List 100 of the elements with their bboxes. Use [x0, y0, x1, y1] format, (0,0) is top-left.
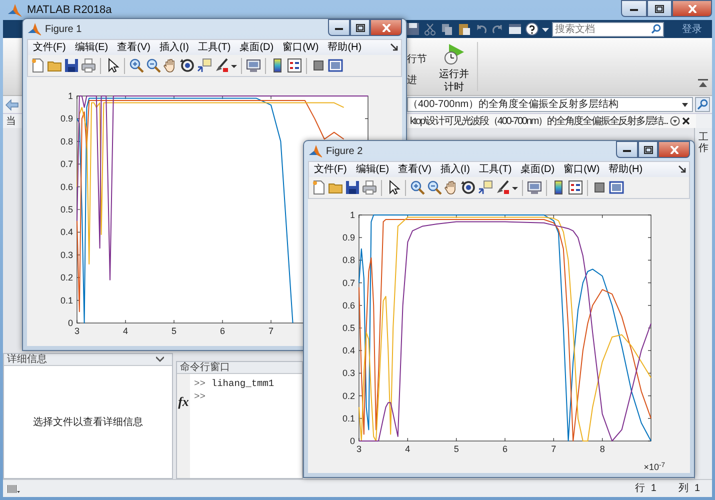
rotate-icon[interactable] — [461, 180, 476, 195]
menu-item[interactable]: 插入(I) — [438, 162, 472, 177]
search-field[interactable]: 搜索文档 — [552, 22, 664, 36]
path-field[interactable]: （400-700nm）的全角度全偏振全反射多层结构 — [407, 97, 693, 112]
workspace-tab[interactable]: 工作 — [698, 132, 708, 154]
zoom-out-icon[interactable] — [427, 180, 442, 195]
menu-item[interactable]: 编辑(E) — [354, 162, 392, 177]
menu-item[interactable]: 编辑(E) — [72, 40, 110, 55]
search-icon[interactable] — [695, 97, 710, 112]
zoom-out-icon[interactable] — [146, 58, 161, 73]
chevron-down-icon[interactable] — [156, 356, 164, 362]
matlab-logo-icon — [308, 144, 322, 158]
close-icon — [688, 4, 696, 12]
new-file-icon[interactable] — [30, 58, 45, 73]
maximize-button[interactable] — [638, 141, 658, 158]
data-cursor-icon[interactable] — [478, 180, 493, 195]
back-arrow-icon[interactable] — [5, 98, 19, 110]
dropdown-caret-icon — [681, 100, 690, 108]
function-browser-button[interactable]: fx — [178, 395, 189, 408]
tick-label: 4 — [123, 326, 128, 336]
paste-icon[interactable] — [457, 22, 471, 36]
rotate-icon[interactable] — [180, 58, 195, 73]
command-prompt: >> — [194, 378, 206, 389]
tick-label: 0.3 — [342, 368, 355, 378]
tick-label: 0.6 — [60, 182, 73, 192]
grip-icon[interactable] — [7, 484, 21, 494]
editor-tab[interactable]: ktop\设计可见光波段（400-700nm）的全角度全偏振全反射多层结... — [409, 114, 696, 128]
run-and-time-button[interactable]: 运行并 计时 — [435, 38, 473, 90]
matlab-logo-icon — [27, 22, 41, 36]
sign-in-link[interactable]: 登录 — [682, 22, 702, 36]
tick-label: 3 — [356, 444, 362, 454]
tick-label: 0.1 — [342, 413, 355, 424]
restore-icon — [644, 146, 652, 154]
menu-item[interactable]: 插入(I) — [157, 40, 191, 55]
help-icon[interactable] — [525, 22, 539, 36]
menu-item[interactable]: 文件(F) — [31, 40, 68, 55]
close-button[interactable] — [658, 141, 690, 158]
zoom-in-icon[interactable] — [410, 180, 425, 195]
ribbon-label[interactable]: 行节 — [407, 52, 427, 67]
data-cursor-icon[interactable] — [197, 58, 212, 73]
zoom-in-icon[interactable] — [129, 58, 144, 73]
window-icon[interactable] — [609, 180, 624, 195]
minimize-button[interactable] — [621, 0, 647, 17]
ribbon-label[interactable]: 进 — [407, 73, 427, 88]
menu-item[interactable]: 文件(F) — [312, 162, 349, 177]
tick-label: 7 — [268, 326, 274, 336]
dock-arrow-icon[interactable] — [678, 165, 686, 174]
tick-label: 6 — [502, 444, 508, 454]
printer-icon[interactable] — [362, 180, 377, 195]
current-folder-tab[interactable]: 当 — [3, 114, 16, 128]
brush-icon[interactable] — [214, 58, 229, 73]
new-file-icon[interactable] — [311, 180, 326, 195]
window-icon[interactable] — [328, 58, 343, 73]
maximize-button[interactable] — [647, 0, 672, 17]
play-stopwatch-icon — [443, 42, 465, 66]
printer-icon[interactable] — [81, 58, 96, 73]
save-icon[interactable] — [345, 180, 360, 195]
menu-item[interactable]: 工具(T) — [196, 40, 233, 55]
status-value: 1 — [650, 482, 656, 496]
minimize-button[interactable] — [616, 141, 638, 158]
maximize-button[interactable] — [350, 19, 370, 36]
panel-title: 命令行窗口 — [180, 360, 230, 375]
axis-multiplier: ×10$^{-7}$ — [644, 462, 665, 473]
circle-caret-icon[interactable] — [670, 116, 680, 126]
legend-icon[interactable] — [568, 180, 583, 195]
tick-label: 6 — [220, 326, 225, 336]
panel-title: 详细信息 — [7, 352, 47, 367]
close-icon — [382, 24, 390, 32]
menu-item[interactable]: 桌面(D) — [238, 40, 276, 55]
dock-arrow-icon[interactable] — [390, 43, 398, 52]
linked-plot-icon[interactable] — [527, 180, 542, 195]
square-icon[interactable] — [311, 58, 326, 73]
menu-item[interactable]: 桌面(D) — [518, 162, 557, 177]
close-button[interactable] — [672, 0, 712, 17]
minimize-button[interactable] — [328, 19, 350, 36]
legend-icon[interactable] — [287, 58, 302, 73]
brush-icon[interactable] — [495, 180, 510, 195]
tick-label: 0.5 — [342, 323, 355, 333]
command-window[interactable]: 命令行窗口 fx >> lihang_tmm1 >> — [176, 361, 303, 479]
window-title: MATLAB R2018a — [27, 2, 112, 18]
menu-item[interactable]: 查看(V) — [115, 40, 152, 55]
close-icon[interactable] — [682, 117, 690, 125]
menu-item[interactable]: 帮助(H) — [326, 40, 364, 55]
menu-item[interactable]: 窗口(W) — [280, 40, 321, 55]
save-icon[interactable] — [406, 22, 420, 36]
copy-icon[interactable] — [440, 22, 454, 36]
menu-item[interactable]: 查看(V) — [396, 162, 434, 177]
square-icon[interactable] — [592, 180, 607, 195]
figure-title: Figure 1 — [45, 22, 82, 36]
menu-item[interactable]: 工具(T) — [476, 162, 514, 177]
collapse-icon[interactable] — [698, 79, 708, 88]
menu-item[interactable]: 窗口(W) — [562, 162, 602, 177]
linked-plot-icon[interactable] — [246, 58, 261, 73]
menu-item[interactable]: 帮助(H) — [606, 162, 645, 177]
close-button[interactable] — [370, 19, 402, 36]
tick-label: 0.1 — [60, 295, 73, 306]
save-icon[interactable] — [64, 58, 79, 73]
tick-label: 0.7 — [342, 278, 355, 288]
windows-icon[interactable] — [508, 22, 522, 36]
tick-label: 4 — [405, 444, 410, 454]
